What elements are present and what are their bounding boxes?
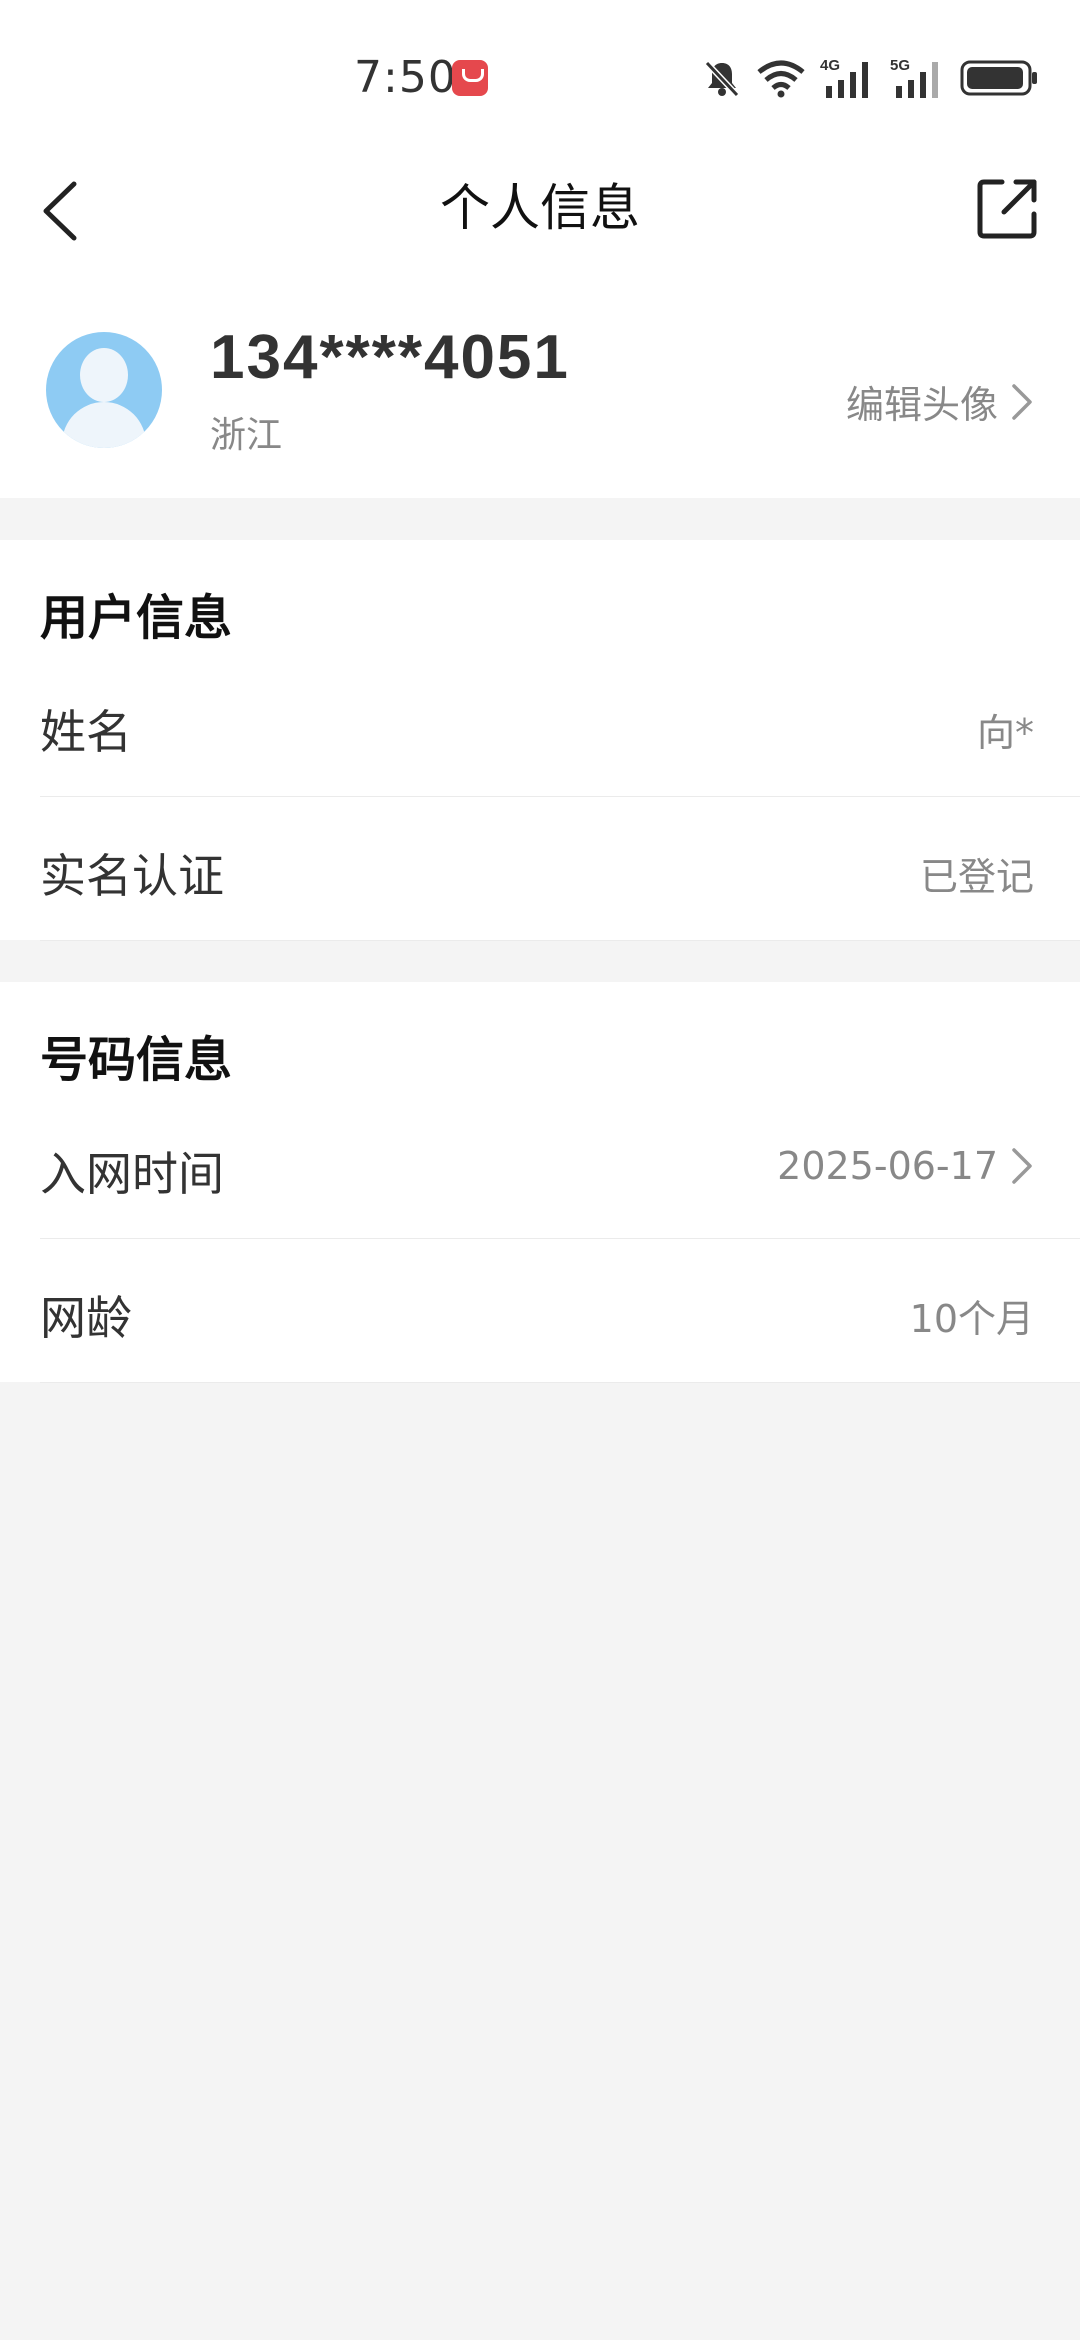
signal-5g-icon: 5G (890, 57, 938, 98)
status-time: 7:50 (354, 52, 457, 103)
edit-avatar-label: 编辑头像 (845, 383, 998, 427)
join-date-value: 2025-06-17 (777, 1144, 998, 1188)
chevron-right-icon (1012, 383, 1032, 420)
share-icon (977, 179, 1037, 239)
network-label-5g: 5G (890, 57, 910, 74)
section-title-user-info: 用户信息 (40, 590, 233, 646)
wifi-icon (757, 60, 805, 98)
share-button[interactable] (976, 176, 1040, 240)
row-label: 实名认证 (40, 849, 224, 903)
status-icons: 4G 5G (702, 56, 1040, 100)
row-name: 姓名 向* (40, 652, 1080, 797)
user-info-section: 用户信息 姓名 向* 实名认证 已登记 (0, 540, 1080, 941)
profile-card: 134****4051 浙江 编辑头像 (0, 266, 1080, 498)
row-network-age: 网龄 10个月 (40, 1238, 1080, 1383)
verification-status: 已登记 (919, 855, 1034, 899)
status-bar: 7:50 4G 5G (0, 0, 1080, 150)
row-network-join-date[interactable]: 入网时间 2025-06-17 (40, 1094, 1080, 1239)
app-store-icon (452, 60, 488, 96)
row-label: 入网时间 (40, 1147, 224, 1201)
edit-avatar-button[interactable]: 编辑头像 (846, 374, 1034, 429)
page-title: 个人信息 (440, 179, 640, 237)
battery-icon (960, 60, 1037, 96)
avatar-head-shape (80, 348, 128, 402)
avatar-body-shape (62, 402, 146, 448)
row-label: 姓名 (40, 705, 132, 759)
row-label: 网龄 (40, 1291, 132, 1345)
chevron-right-icon (1012, 1148, 1032, 1184)
nav-header: 个人信息 (0, 150, 1080, 266)
avatar[interactable] (46, 332, 162, 448)
row-real-name-verification: 实名认证 已登记 (40, 796, 1080, 941)
mute-icon (704, 60, 740, 98)
signal-4g-icon: 4G (820, 57, 868, 98)
network-label-4g: 4G (820, 57, 840, 74)
row-value: 向* (977, 702, 1034, 757)
row-value: 已登记 (920, 846, 1034, 901)
region-label: 浙江 (210, 415, 283, 456)
row-value: 10个月 (910, 1288, 1034, 1343)
name-value: 向* (976, 711, 1034, 755)
network-age-value: 10个月 (909, 1297, 1034, 1341)
number-info-section: 号码信息 入网时间 2025-06-17 网龄 10个月 (0, 982, 1080, 1383)
phone-number: 134****4051 (210, 323, 570, 392)
section-title-number-info: 号码信息 (40, 1032, 233, 1088)
row-value: 2025-06-17 (777, 1144, 1034, 1188)
